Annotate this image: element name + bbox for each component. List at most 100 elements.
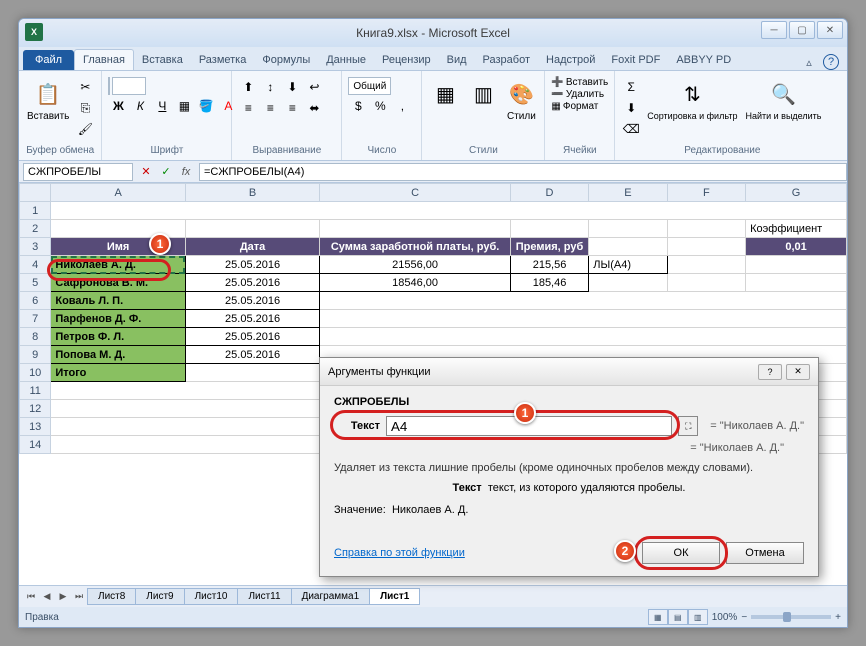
cell[interactable]: Попова М. Д. — [51, 346, 185, 364]
cell[interactable]: 25.05.2016 — [185, 274, 319, 292]
row-header[interactable]: 4 — [20, 256, 51, 274]
cell[interactable]: 0,01 — [746, 238, 847, 256]
col-header[interactable]: C — [320, 184, 511, 202]
tab-formulas[interactable]: Формулы — [254, 50, 318, 70]
zoom-in-button[interactable]: + — [835, 612, 841, 623]
col-header[interactable]: E — [589, 184, 667, 202]
col-header[interactable]: B — [185, 184, 319, 202]
paste-button[interactable]: 📋 Вставить — [25, 77, 71, 124]
comma-button[interactable]: , — [392, 96, 412, 116]
row-header[interactable]: 3 — [20, 238, 51, 256]
sort-filter-button[interactable]: ⇅Сортировка и фильтр — [645, 77, 739, 123]
format-cells-button[interactable]: ▦Формат — [551, 101, 598, 112]
enter-formula-button[interactable]: ✓ — [157, 163, 175, 181]
cell[interactable]: 185,46 — [510, 274, 588, 292]
cell[interactable]: 21556,00 — [320, 256, 511, 274]
cell[interactable]: Петров Ф. Л. — [51, 328, 185, 346]
function-help-link[interactable]: Справка по этой функции — [334, 547, 465, 559]
dialog-close-button[interactable]: ✕ — [786, 364, 810, 380]
maximize-button[interactable]: ▢ — [789, 21, 815, 39]
dialog-help-button[interactable]: ? — [758, 364, 782, 380]
help-icon[interactable]: ? — [823, 54, 839, 70]
format-table-button[interactable]: ▥ — [466, 77, 500, 111]
col-header[interactable]: A — [51, 184, 185, 202]
italic-button[interactable]: К — [130, 96, 150, 116]
find-select-button[interactable]: 🔍Найти и выделить — [743, 77, 823, 123]
cell[interactable]: Парфенов Д. Ф. — [51, 310, 185, 328]
tab-foxit[interactable]: Foxit PDF — [603, 50, 668, 70]
merge-button[interactable]: ⬌ — [304, 98, 324, 118]
header-cell[interactable]: Премия, руб — [510, 238, 588, 256]
align-middle-button[interactable]: ↕ — [260, 77, 280, 97]
row-header[interactable]: 5 — [20, 274, 51, 292]
name-box[interactable]: СЖПРОБЕЛЫ — [23, 163, 133, 181]
sheet-tab[interactable]: Диаграмма1 — [291, 588, 371, 605]
row-header[interactable]: 12 — [20, 400, 51, 418]
cell[interactable]: 18546,00 — [320, 274, 511, 292]
fill-button[interactable]: ⬇ — [621, 98, 641, 118]
file-tab[interactable]: Файл — [23, 50, 74, 70]
row-header[interactable]: 11 — [20, 382, 51, 400]
cancel-formula-button[interactable]: ✕ — [137, 163, 155, 181]
format-painter-button[interactable]: 🖌 — [75, 119, 95, 139]
row-header[interactable]: 14 — [20, 436, 51, 454]
cond-format-button[interactable]: ▦ — [428, 77, 462, 111]
cell[interactable]: 25.05.2016 — [185, 256, 319, 274]
underline-button[interactable]: Ч — [152, 96, 172, 116]
currency-button[interactable]: $ — [348, 96, 368, 116]
cell[interactable]: Итого — [51, 364, 185, 382]
tab-layout[interactable]: Разметка — [191, 50, 255, 70]
copy-button[interactable]: ⎘ — [75, 98, 95, 118]
clear-button[interactable]: ⌫ — [621, 119, 641, 139]
delete-cells-button[interactable]: ➖Удалить — [551, 89, 604, 100]
row-header[interactable]: 9 — [20, 346, 51, 364]
tab-view[interactable]: Вид — [439, 50, 475, 70]
row-header[interactable]: 7 — [20, 310, 51, 328]
sheet-tab-active[interactable]: Лист1 — [369, 588, 420, 605]
formula-input[interactable]: =СЖПРОБЕЛЫ(A4) — [199, 163, 847, 181]
page-break-view-button[interactable]: ▥ — [688, 609, 708, 625]
tab-home[interactable]: Главная — [74, 49, 134, 70]
cell[interactable]: 25.05.2016 — [185, 310, 319, 328]
sheet-nav-prev[interactable]: ◀ — [39, 589, 55, 605]
cell-styles-button[interactable]: 🎨Стили — [504, 77, 538, 124]
row-header[interactable]: 1 — [20, 202, 51, 220]
row-header[interactable]: 2 — [20, 220, 51, 238]
cell[interactable]: Сафронова В. М. — [51, 274, 185, 292]
tab-insert[interactable]: Вставка — [134, 50, 191, 70]
header-cell[interactable]: Дата — [185, 238, 319, 256]
col-header[interactable]: D — [510, 184, 588, 202]
minimize-button[interactable]: ─ — [761, 21, 787, 39]
collapse-dialog-button[interactable]: ⛶ — [678, 416, 698, 436]
wrap-text-button[interactable]: ↩ — [304, 77, 324, 97]
fx-button[interactable]: fx — [177, 163, 195, 181]
cell[interactable]: 215,56 — [510, 256, 588, 274]
sheet-tab[interactable]: Лист10 — [184, 588, 239, 605]
cell[interactable]: 25.05.2016 — [185, 346, 319, 364]
cancel-button[interactable]: Отмена — [726, 542, 804, 564]
percent-button[interactable]: % — [370, 96, 390, 116]
cell[interactable]: 25.05.2016 — [185, 328, 319, 346]
row-header[interactable]: 8 — [20, 328, 51, 346]
autosum-button[interactable]: Σ — [621, 77, 641, 97]
align-top-button[interactable]: ⬆ — [238, 77, 258, 97]
bold-button[interactable]: Ж — [108, 96, 128, 116]
row-header[interactable]: 13 — [20, 418, 51, 436]
header-cell[interactable]: Сумма заработной платы, руб. — [320, 238, 511, 256]
normal-view-button[interactable]: ▦ — [648, 609, 668, 625]
cut-button[interactable]: ✂ — [75, 77, 95, 97]
align-left-button[interactable]: ≡ — [238, 98, 258, 118]
sheet-nav-next[interactable]: ▶ — [55, 589, 71, 605]
cell[interactable]: 25.05.2016 — [185, 292, 319, 310]
sheet-nav-first[interactable]: ⏮ — [23, 589, 39, 605]
sheet-tab[interactable]: Лист11 — [237, 588, 291, 605]
cell[interactable]: Коэффициент — [746, 220, 847, 238]
zoom-out-button[interactable]: − — [741, 612, 747, 623]
select-all-corner[interactable] — [20, 184, 51, 202]
row-header[interactable]: 6 — [20, 292, 51, 310]
ok-button[interactable]: ОК — [642, 542, 720, 564]
tab-addins[interactable]: Надстрой — [538, 50, 603, 70]
border-button[interactable]: ▦ — [174, 96, 194, 116]
dialog-titlebar[interactable]: Аргументы функции ? ✕ — [320, 358, 818, 386]
sheet-nav-last[interactable]: ⏭ — [71, 589, 87, 605]
